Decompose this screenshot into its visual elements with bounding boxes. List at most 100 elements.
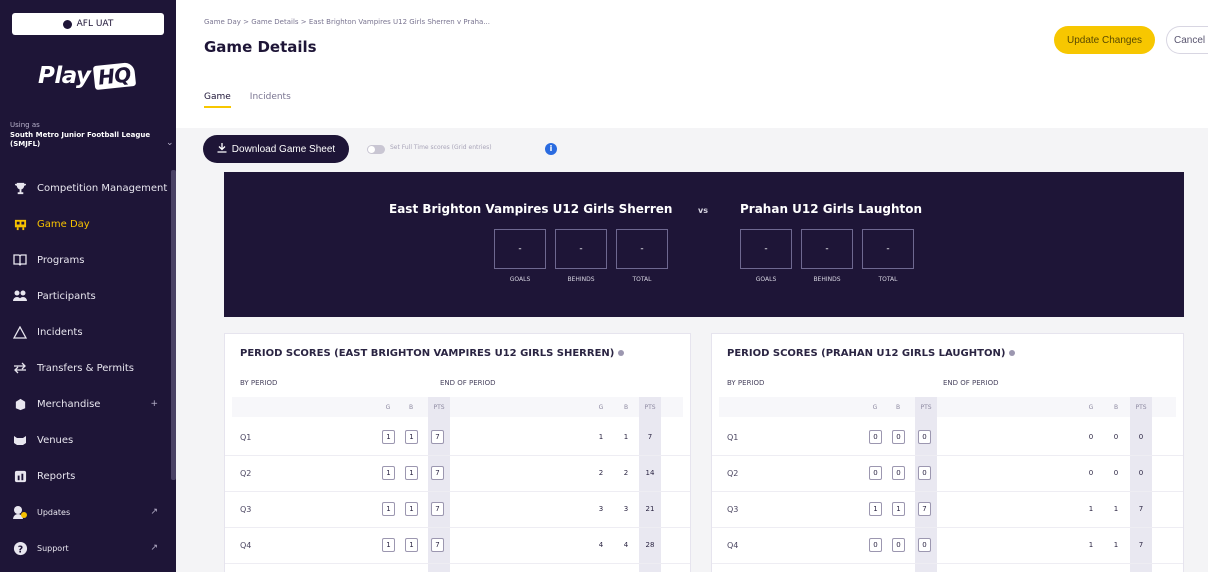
points-input[interactable]: 7: [431, 430, 444, 444]
end-of-period-label: END OF PERIOD: [440, 379, 496, 387]
points-input[interactable]: 0: [918, 466, 931, 480]
end-points: 14: [645, 469, 655, 477]
download-label: Download Game Sheet: [231, 143, 336, 155]
versus-label: vs: [698, 206, 708, 215]
card-title: PERIOD SCORES (PRAHAN U12 GIRLS LAUGHTON…: [727, 348, 1016, 359]
behinds-input[interactable]: 0: [892, 466, 905, 480]
goals-input[interactable]: 1: [382, 466, 395, 480]
using-as-label: Using as: [10, 121, 40, 129]
away-behinds-box: -: [801, 229, 853, 269]
sidebar: AFL UAT Play HQ Using as South Metro Jun…: [0, 0, 176, 572]
expand-icon[interactable]: +: [150, 399, 158, 409]
goals-input[interactable]: 0: [869, 538, 882, 552]
sidebar-item-updates[interactable]: Updates ↗: [0, 494, 170, 530]
sidebar-item-label: Transfers & Permits: [37, 362, 134, 374]
end-points: 28: [645, 541, 655, 549]
end-points: 7: [647, 433, 653, 441]
sidebar-item-label: Updates: [37, 507, 71, 517]
home-total-box: -: [616, 229, 668, 269]
goals-input[interactable]: 1: [382, 538, 395, 552]
home-period-scores-card: PERIOD SCORES (EAST BRIGHTON VAMPIRES U1…: [224, 333, 691, 572]
scoreboard-icon: [12, 216, 28, 232]
behinds-input[interactable]: 1: [405, 502, 418, 516]
tab-bar: Game Incidents: [204, 92, 291, 108]
tab-game[interactable]: Game: [204, 92, 231, 108]
page-header: Game Day > Game Details > East Brighton …: [176, 0, 1208, 128]
end-goals: 1: [1088, 505, 1094, 513]
sidebar-item-venues[interactable]: Venues: [0, 422, 170, 458]
download-game-sheet-button[interactable]: Download Game Sheet: [203, 135, 349, 163]
table-row: Q3 1 1 7 3 3 21: [225, 492, 690, 528]
points-input[interactable]: 0: [918, 538, 931, 552]
behinds-input[interactable]: 1: [892, 502, 905, 516]
points-input[interactable]: 7: [431, 502, 444, 516]
behinds-input[interactable]: 0: [892, 430, 905, 444]
tab-incidents[interactable]: Incidents: [250, 92, 291, 108]
update-changes-button[interactable]: Update Changes: [1054, 26, 1155, 54]
help-icon[interactable]: [618, 350, 625, 356]
report-icon: [12, 468, 28, 484]
behinds-input[interactable]: 1: [405, 538, 418, 552]
goals-input[interactable]: 0: [869, 430, 882, 444]
period-label: Q4: [240, 541, 252, 550]
end-goals: 0: [1088, 469, 1094, 477]
help-icon[interactable]: [1009, 350, 1016, 356]
end-behinds: 1: [1113, 505, 1119, 513]
points-input[interactable]: 7: [918, 502, 931, 516]
end-points: 7: [1138, 541, 1144, 549]
goals-input[interactable]: 1: [869, 502, 882, 516]
points-input[interactable]: 0: [918, 430, 931, 444]
sidebar-item-transfers-permits[interactable]: Transfers & Permits: [0, 350, 170, 386]
sidebar-item-label: Programs: [37, 254, 85, 266]
end-behinds: 1: [623, 433, 629, 441]
stadium-icon: [12, 432, 28, 448]
goals-input[interactable]: 1: [382, 502, 395, 516]
environment-badge[interactable]: AFL UAT: [12, 13, 164, 35]
sidebar-item-participants[interactable]: Participants: [0, 278, 170, 314]
away-period-scores-card: PERIOD SCORES (PRAHAN U12 GIRLS LAUGHTON…: [711, 333, 1184, 572]
column-header-band: [232, 397, 683, 417]
breadcrumb[interactable]: Game Day > Game Details > East Brighton …: [204, 18, 490, 26]
sidebar-item-competition-management[interactable]: Competition Management: [0, 170, 170, 206]
card-title-text: PERIOD SCORES (PRAHAN U12 GIRLS LAUGHTON…: [727, 348, 1006, 359]
home-behinds-box: -: [555, 229, 607, 269]
table-row: Q1 1 1 7 1 1 7: [225, 420, 690, 456]
end-of-period-label: END OF PERIOD: [943, 379, 999, 387]
sidebar-item-incidents[interactable]: Incidents: [0, 314, 170, 350]
points-input[interactable]: 7: [431, 466, 444, 480]
end-points: 7: [1138, 505, 1144, 513]
goals-input[interactable]: 1: [382, 430, 395, 444]
toolbar: Download Game Sheet Set Full Time scores…: [176, 128, 1208, 172]
points-input[interactable]: 7: [431, 538, 444, 552]
behinds-input[interactable]: 1: [405, 430, 418, 444]
sidebar-item-support[interactable]: ? Support ↗: [0, 530, 170, 566]
goals-input[interactable]: 0: [869, 466, 882, 480]
sidebar-item-reports[interactable]: Reports: [0, 458, 170, 494]
end-goals: 2: [598, 469, 604, 477]
full-time-scores-toggle[interactable]: [367, 145, 385, 154]
chevron-down-icon[interactable]: ⌄: [166, 138, 174, 148]
end-points: 0: [1138, 469, 1144, 477]
cancel-button[interactable]: Cancel: [1166, 26, 1208, 54]
card-title-text: PERIOD SCORES (EAST BRIGHTON VAMPIRES U1…: [240, 348, 615, 359]
end-behinds: 3: [623, 505, 629, 513]
behinds-input[interactable]: 0: [892, 538, 905, 552]
sidebar-item-merchandise[interactable]: Merchandise +: [0, 386, 170, 422]
col-end-g: G: [598, 404, 604, 411]
sidebar-item-programs[interactable]: Programs: [0, 242, 170, 278]
behinds-input[interactable]: 1: [405, 466, 418, 480]
sidebar-scrollbar[interactable]: [171, 170, 176, 480]
sidebar-item-game-day[interactable]: Game Day: [0, 206, 170, 242]
home-behinds-label: BEHINDS: [567, 276, 595, 283]
people-icon: [12, 288, 28, 304]
sidebar-item-label: Support: [37, 543, 69, 553]
period-label: Q1: [727, 433, 739, 442]
home-goals-box: -: [494, 229, 546, 269]
col-end-b: B: [623, 404, 629, 411]
toggle-label: Set Full Time scores (Grid entries): [390, 144, 492, 151]
organisation-selector[interactable]: South Metro Junior Football League (SMJF…: [10, 131, 160, 149]
info-icon[interactable]: i: [545, 143, 557, 155]
away-total-label: TOTAL: [878, 276, 898, 283]
col-end-b: B: [1113, 404, 1119, 411]
playhq-logo[interactable]: Play HQ: [38, 58, 136, 94]
